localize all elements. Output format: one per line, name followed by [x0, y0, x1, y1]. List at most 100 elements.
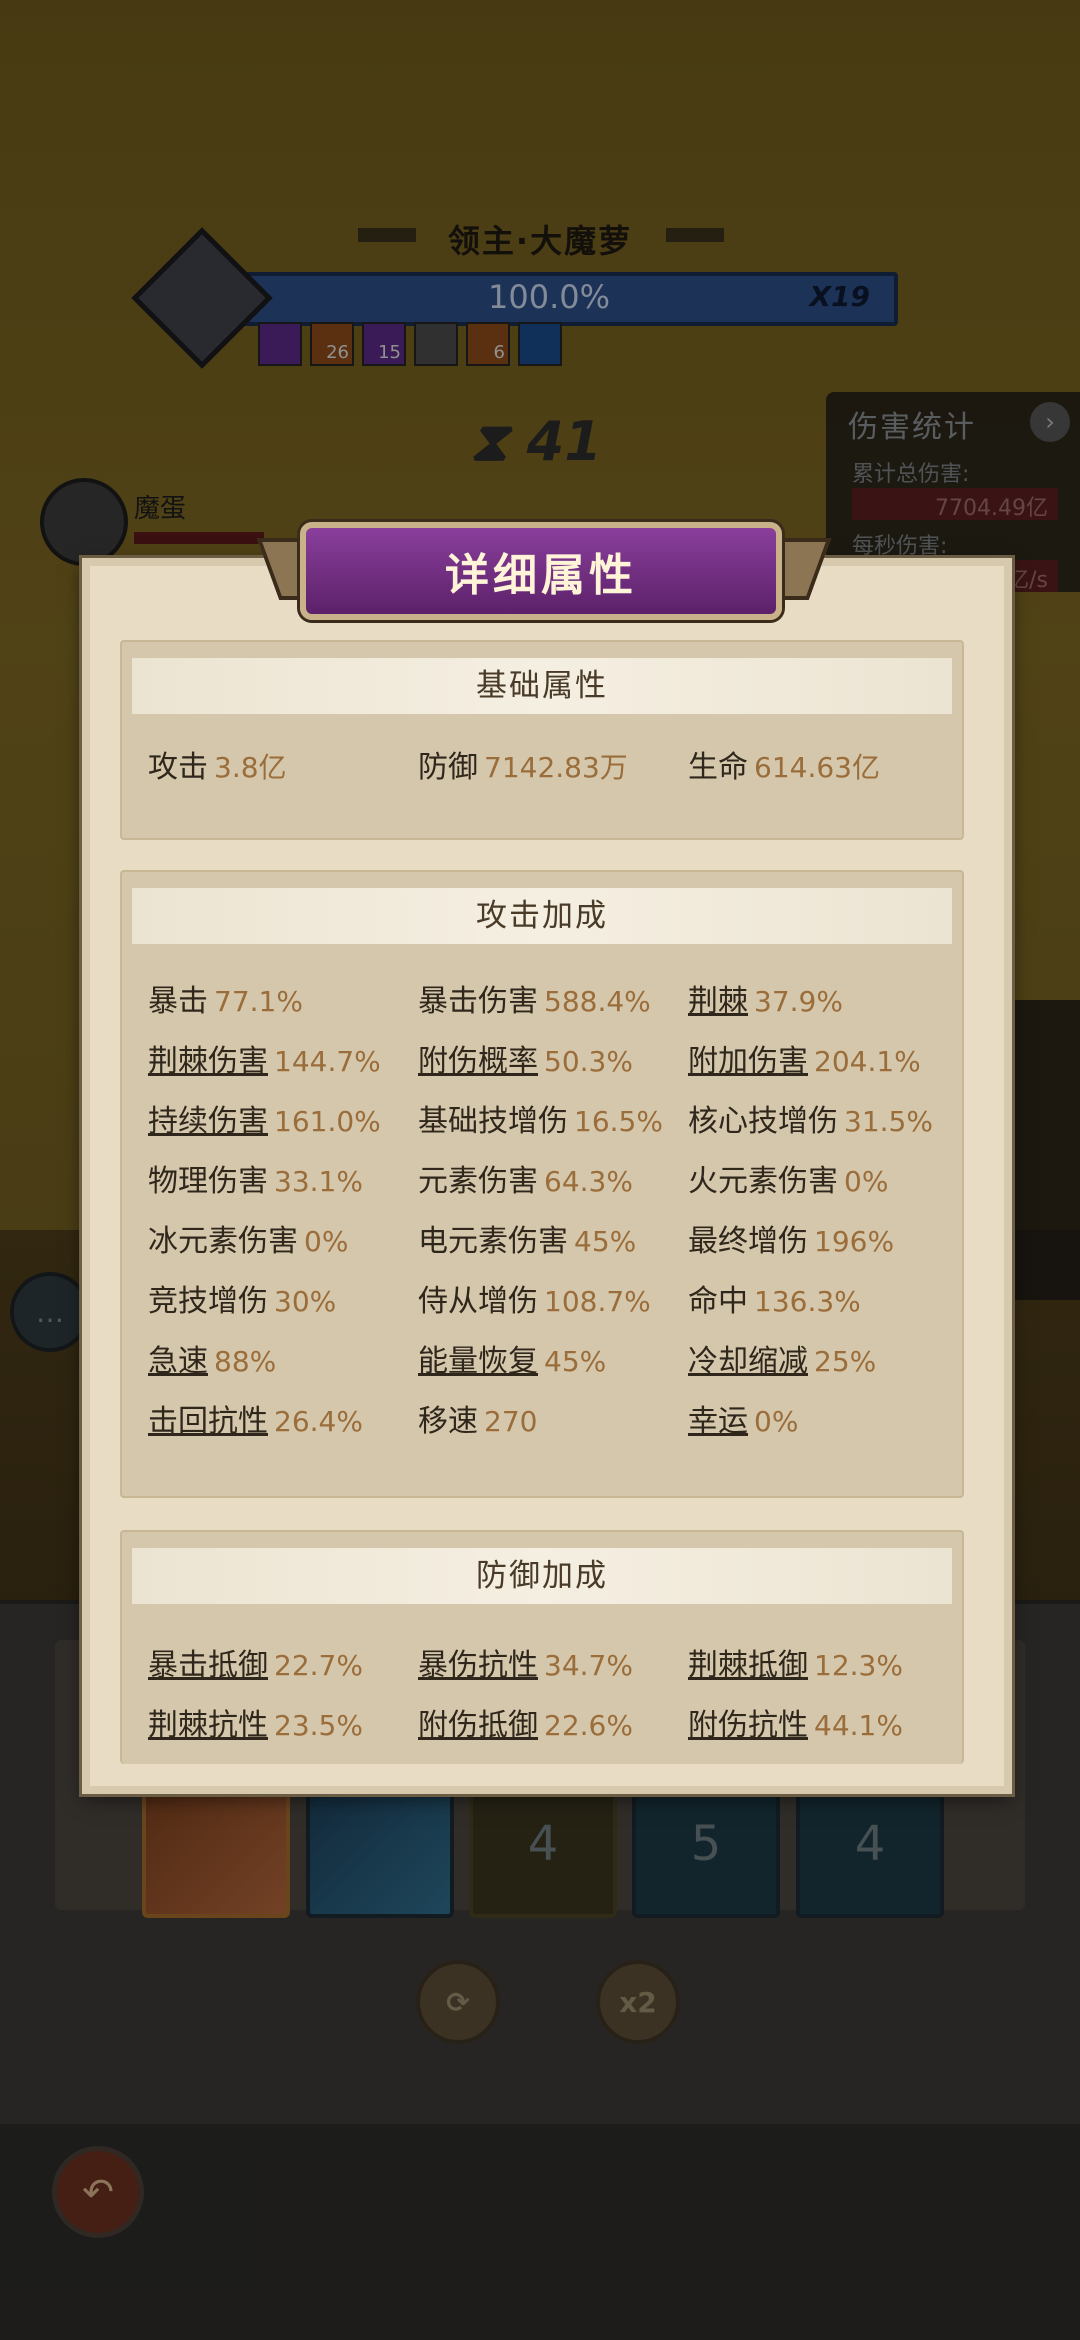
stat-label[interactable]: 幸运	[688, 1404, 748, 1439]
stat-defense-3[interactable]: 荆棘抗性 23.5%	[148, 1696, 418, 1756]
stat-value: 34.7%	[544, 1649, 633, 1682]
stat-value: 30%	[274, 1285, 337, 1318]
stat-value: 161.0%	[274, 1105, 381, 1138]
stat-attack-21[interactable]: 击回抗性 26.4%	[148, 1392, 418, 1452]
stat-label: 基础技增伤	[418, 1104, 568, 1139]
stat-attack-5[interactable]: 附加伤害 204.1%	[688, 1032, 958, 1092]
stat-label[interactable]: 荆棘伤害	[148, 1044, 268, 1079]
stat-value: 50.3%	[544, 1045, 633, 1078]
stat-attack-3[interactable]: 荆棘伤害 144.7%	[148, 1032, 418, 1092]
stat-attack-16: 侍从增伤 108.7%	[418, 1272, 688, 1332]
stat-attack-1: 暴击伤害 588.4%	[418, 972, 688, 1032]
stat-label[interactable]: 击回抗性	[148, 1404, 268, 1439]
stat-attack-20[interactable]: 冷却缩减 25%	[688, 1332, 958, 1392]
stat-attack-2[interactable]: 荆棘 37.9%	[688, 972, 958, 1032]
stat-value: 588.4%	[544, 985, 651, 1018]
stat-value: 270	[484, 1405, 538, 1438]
basic-attributes-grid: 攻击 3.8亿 防御 7142.83万 生命 614.63亿	[148, 738, 952, 798]
modal-title: 详细属性	[300, 522, 782, 620]
stat-attack-17: 命中 136.3%	[688, 1272, 958, 1332]
stat-label[interactable]: 能量恢复	[418, 1344, 538, 1379]
stat-attack-18[interactable]: 急速 88%	[148, 1332, 418, 1392]
stat-value: 614.63亿	[754, 751, 880, 784]
defense-bonus-grid: 暴击抵御 22.7% 暴伤抗性 34.7% 荆棘抵御 12.3% 荆棘抗性 23.5% 附伤抵御…	[148, 1636, 952, 1756]
stat-label[interactable]: 附伤概率	[418, 1044, 538, 1079]
stat-label: 移速	[418, 1404, 478, 1439]
defense-bonus-section: 防御加成 暴击抵御 22.7% 暴伤抗性 34.7% 荆棘抵御 12.3% 荆棘抗性 23.5…	[120, 1530, 964, 1764]
stat-value: 204.1%	[814, 1045, 921, 1078]
stat-defense-4[interactable]: 附伤抵御 22.6%	[418, 1696, 688, 1756]
stat-attack-6[interactable]: 持续伤害 161.0%	[148, 1092, 418, 1152]
stat-label: 暴击伤害	[418, 984, 538, 1019]
stat-label[interactable]: 冷却缩减	[688, 1344, 808, 1379]
stat-label[interactable]: 急速	[148, 1344, 208, 1379]
stat-label: 攻击	[148, 750, 208, 785]
stat-value: 136.3%	[754, 1285, 861, 1318]
stat-value: 31.5%	[844, 1105, 933, 1138]
stat-value: 0%	[844, 1165, 889, 1198]
stat-label: 电元素伤害	[418, 1224, 568, 1259]
stat-label[interactable]: 荆棘	[688, 984, 748, 1019]
stat-attack-4[interactable]: 附伤概率 50.3%	[418, 1032, 688, 1092]
stat-value: 108.7%	[544, 1285, 651, 1318]
stat-label: 生命	[688, 750, 748, 785]
stat-value: 77.1%	[214, 985, 303, 1018]
stat-label[interactable]: 暴击抵御	[148, 1648, 268, 1683]
stat-label: 侍从增伤	[418, 1284, 538, 1319]
stat-defense-5[interactable]: 附伤抗性 44.1%	[688, 1696, 958, 1756]
stat-label[interactable]: 持续伤害	[148, 1104, 268, 1139]
defense-bonus-header: 防御加成	[132, 1548, 952, 1604]
stat-label[interactable]: 荆棘抵御	[688, 1648, 808, 1683]
stat-attack-9: 物理伤害 33.1%	[148, 1152, 418, 1212]
stat-value: 22.6%	[544, 1709, 633, 1742]
stat-attack-7: 基础技增伤 16.5%	[418, 1092, 688, 1152]
stat-label[interactable]: 附伤抵御	[418, 1708, 538, 1743]
stat-value: 33.1%	[274, 1165, 363, 1198]
stat-defense-2[interactable]: 荆棘抵御 12.3%	[688, 1636, 958, 1696]
attack-bonus-grid: 暴击 77.1% 暴击伤害 588.4% 荆棘 37.9% 荆棘伤害 144.7% 附伤概率 50…	[148, 972, 952, 1452]
stat-label: 最终增伤	[688, 1224, 808, 1259]
stat-label: 物理伤害	[148, 1164, 268, 1199]
stat-basic-1: 防御 7142.83万	[418, 738, 688, 798]
stat-value: 0%	[304, 1225, 349, 1258]
stat-label: 元素伤害	[418, 1164, 538, 1199]
basic-attributes-header: 基础属性	[132, 658, 952, 714]
stat-attack-19[interactable]: 能量恢复 45%	[418, 1332, 688, 1392]
stat-label: 竞技增伤	[148, 1284, 268, 1319]
stat-value: 23.5%	[274, 1709, 363, 1742]
stat-attack-10: 元素伤害 64.3%	[418, 1152, 688, 1212]
stat-value: 45%	[544, 1345, 607, 1378]
stat-defense-1[interactable]: 暴伤抗性 34.7%	[418, 1636, 688, 1696]
stat-attack-22: 移速 270	[418, 1392, 688, 1452]
stat-label: 冰元素伤害	[148, 1224, 298, 1259]
stat-attack-23[interactable]: 幸运 0%	[688, 1392, 958, 1452]
stat-value: 16.5%	[574, 1105, 663, 1138]
stat-attack-12: 冰元素伤害 0%	[148, 1212, 418, 1272]
stat-value: 45%	[574, 1225, 637, 1258]
stat-value: 196%	[814, 1225, 895, 1258]
stat-label[interactable]: 附伤抗性	[688, 1708, 808, 1743]
stat-label: 暴击	[148, 984, 208, 1019]
stat-value: 44.1%	[814, 1709, 903, 1742]
stat-label[interactable]: 暴伤抗性	[418, 1648, 538, 1683]
stat-basic-2: 生命 614.63亿	[688, 738, 958, 798]
stat-defense-0[interactable]: 暴击抵御 22.7%	[148, 1636, 418, 1696]
stat-value: 88%	[214, 1345, 277, 1378]
stat-value: 64.3%	[544, 1165, 633, 1198]
stat-attack-8: 核心技增伤 31.5%	[688, 1092, 958, 1152]
stat-attack-11: 火元素伤害 0%	[688, 1152, 958, 1212]
stat-value: 25%	[814, 1345, 877, 1378]
attack-bonus-section: 攻击加成 暴击 77.1% 暴击伤害 588.4% 荆棘 37.9% 荆棘伤害 144.7% 附…	[120, 870, 964, 1498]
stat-basic-0: 攻击 3.8亿	[148, 738, 418, 798]
stat-label[interactable]: 附加伤害	[688, 1044, 808, 1079]
stat-value: 0%	[754, 1405, 799, 1438]
stat-label: 核心技增伤	[688, 1104, 838, 1139]
stat-label: 防御	[418, 750, 478, 785]
stat-value: 37.9%	[754, 985, 843, 1018]
stat-value: 3.8亿	[214, 751, 287, 784]
stat-label[interactable]: 荆棘抗性	[148, 1708, 268, 1743]
stat-label: 火元素伤害	[688, 1164, 838, 1199]
stat-label: 命中	[688, 1284, 748, 1319]
stat-value: 12.3%	[814, 1649, 903, 1682]
stat-value: 144.7%	[274, 1045, 381, 1078]
